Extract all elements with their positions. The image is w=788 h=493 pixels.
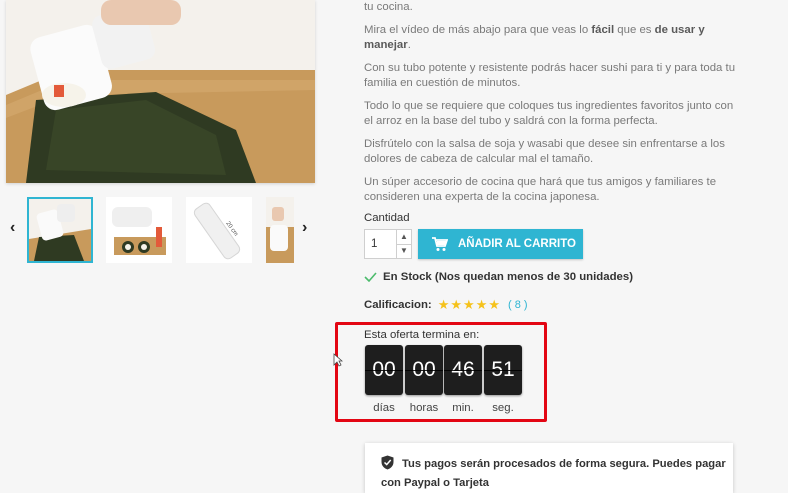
thumbnail-image xyxy=(29,199,91,261)
rating-label: Calificacion: xyxy=(364,298,432,311)
countdown-minutes-label: min. xyxy=(452,402,474,414)
quantity-label: Cantidad xyxy=(364,212,410,224)
thumbnail-1[interactable] xyxy=(27,197,93,263)
stock-text: En Stock (Nos quedan menos de 30 unidade… xyxy=(383,271,634,283)
description-paragraph-5: Un súper accesorio de cocina que hará qu… xyxy=(364,176,717,203)
countdown-seconds: 51 xyxy=(484,345,522,395)
countdown-hours-label: horas xyxy=(409,402,439,414)
rating-stars: ★ ★ ★ ★ ★ xyxy=(438,298,500,311)
countdown-minutes: 46 xyxy=(444,345,482,395)
countdown-days-label: días xyxy=(373,402,395,414)
product-rating: Calificacion: ★ ★ ★ ★ ★ ( 8 ) xyxy=(364,298,528,311)
star-icon: ★ xyxy=(463,297,475,312)
star-icon: ★ xyxy=(437,297,450,312)
description-paragraph-4: Disfrútelo con la salsa de soja y wasabi… xyxy=(364,138,725,165)
thumbnail-image: 20 cm xyxy=(186,197,252,263)
offer-title: Esta oferta termina en: xyxy=(364,329,480,341)
carousel-prev-arrow[interactable]: ‹ xyxy=(10,219,15,237)
countdown-hours: 00 xyxy=(405,345,443,395)
check-icon xyxy=(364,272,377,282)
product-main-image[interactable] xyxy=(6,0,315,183)
quantity-stepper: ▲ ▼ xyxy=(364,229,412,259)
shopping-cart-icon xyxy=(432,236,448,252)
star-icon: ★ xyxy=(488,297,501,312)
thumbnail-carousel: ‹ 20 cm › xyxy=(0,195,320,267)
secure-payment-box: Tus pagos serán procesados de forma segu… xyxy=(365,443,733,493)
thumbnail-3[interactable]: 20 cm xyxy=(186,197,252,263)
add-to-cart-button[interactable]: AÑADIR AL CARRITO xyxy=(418,229,583,259)
quantity-decrease-button[interactable]: ▼ xyxy=(396,244,411,258)
star-icon: ★ xyxy=(450,297,463,312)
description-paragraph-1: Mira el vídeo de más abajo para que veas… xyxy=(364,24,705,51)
add-to-cart-label: AÑADIR AL CARRITO xyxy=(458,238,576,250)
stock-status: En Stock (Nos quedan menos de 30 unidade… xyxy=(364,271,633,283)
description-intro: tu cocina. xyxy=(364,1,413,13)
shield-check-icon xyxy=(381,455,394,475)
countdown-days: 00 xyxy=(365,345,403,395)
sushi-bazooka-photo xyxy=(6,0,315,183)
quantity-increase-button[interactable]: ▲ xyxy=(396,230,411,245)
star-icon: ★ xyxy=(475,297,488,312)
mouse-cursor-icon xyxy=(333,353,344,372)
thumbnail-image xyxy=(266,197,294,263)
description-paragraph-2: Con su tubo potente y resistente podrás … xyxy=(364,62,736,89)
secure-payment-message: Tus pagos serán procesados de forma segu… xyxy=(381,455,726,491)
description-paragraph-3: Todo lo que se requiere que coloques tus… xyxy=(364,100,734,127)
product-description: tu cocina. Mira el vídeo de más abajo pa… xyxy=(364,0,744,213)
countdown-seconds-label: seg. xyxy=(492,402,514,414)
carousel-next-arrow[interactable]: › xyxy=(302,219,307,237)
rating-count-link[interactable]: ( 8 ) xyxy=(508,299,528,311)
thumbnail-4[interactable] xyxy=(266,197,294,263)
thumbnail-image xyxy=(106,197,172,263)
secure-payment-text: Tus pagos serán procesados de forma segu… xyxy=(381,458,726,489)
thumbnail-2[interactable] xyxy=(106,197,172,263)
